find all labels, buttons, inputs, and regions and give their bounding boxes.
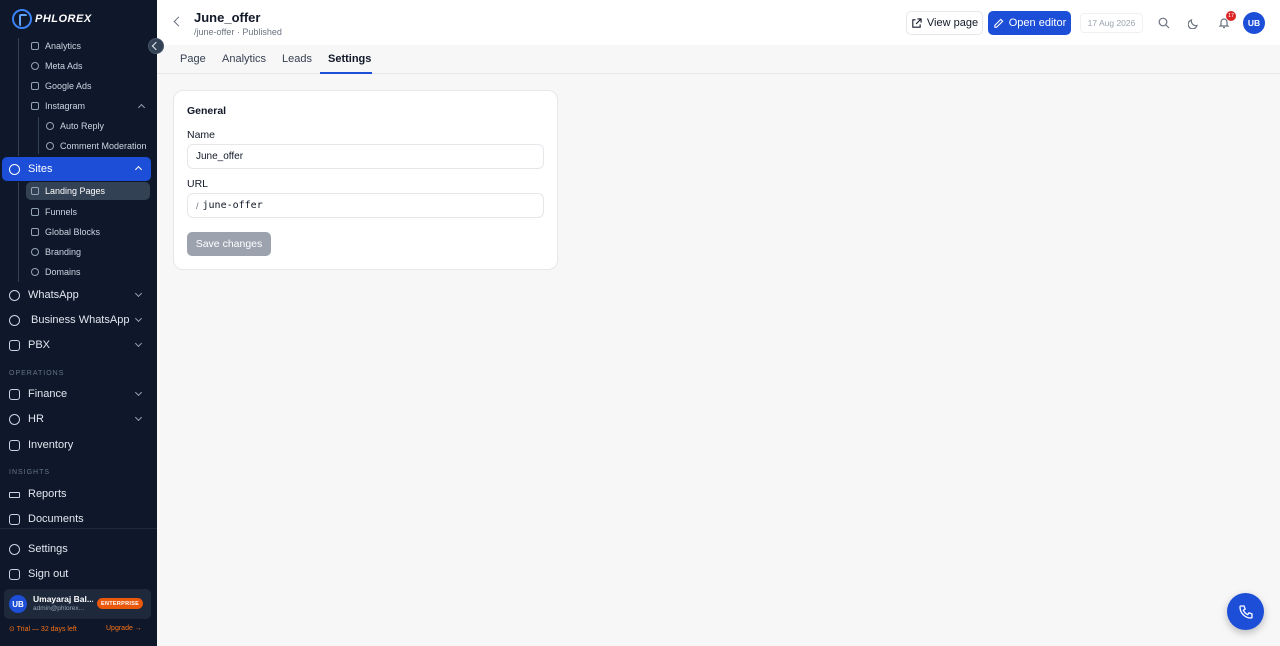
users-icon (9, 413, 20, 425)
upgrade-link[interactable]: Upgrade → (106, 625, 142, 632)
view-page-button[interactable]: View page (906, 11, 983, 35)
active-tab-indicator (320, 72, 372, 74)
tree-line (38, 117, 39, 154)
tab-settings[interactable]: Settings (328, 53, 371, 65)
sidebar-item-sites[interactable]: Sites (2, 157, 151, 181)
user-card[interactable]: UB Umayaraj Bal... admin@phlorex... ENTE… (4, 589, 151, 619)
sidebar-divider (0, 528, 157, 529)
page-subtitle: /june-offer · Published (194, 27, 282, 37)
tab-leads[interactable]: Leads (282, 53, 312, 65)
sidebar-item-finance[interactable]: Finance (0, 382, 157, 406)
brand-name: PHLOREX (35, 13, 92, 25)
url-slug: june-offer (202, 200, 263, 211)
trend-icon (9, 492, 20, 498)
name-field[interactable]: June_offer (187, 144, 544, 169)
phone-icon (9, 339, 20, 351)
phone-icon (1238, 604, 1253, 619)
blocks-icon (31, 228, 39, 236)
meta-icon (31, 62, 39, 70)
date-display: 17 Aug 2026 (1080, 13, 1143, 33)
sidebar-item-google-ads[interactable]: Google Ads (31, 77, 92, 95)
sidebar-item-funnels[interactable]: Funnels (31, 203, 77, 221)
sidebar-item-reports[interactable]: Reports (0, 482, 157, 506)
globe-icon (9, 163, 20, 175)
chevron-down-icon (134, 388, 143, 397)
sidebar-item-comment-moderation[interactable]: Comment Moderation (46, 137, 147, 155)
whatsapp-icon (9, 289, 20, 301)
moon-icon[interactable] (1188, 17, 1200, 29)
tab-page[interactable]: Page (180, 53, 206, 65)
section-title: General (187, 105, 227, 117)
brand-logo[interactable]: PHLOREX (12, 8, 92, 30)
bar-chart-icon (31, 42, 39, 50)
user-name: Umayaraj Bal... (33, 594, 93, 604)
sidebar: PHLOREX Analytics Meta Ads Google Ads In… (0, 0, 157, 646)
sidebar-item-meta-ads[interactable]: Meta Ads (31, 57, 83, 75)
sidebar-item-global-blocks[interactable]: Global Blocks (31, 223, 100, 241)
sidebar-item-pbx[interactable]: PBX (0, 333, 157, 357)
sidebar-item-analytics[interactable]: Analytics (31, 37, 81, 55)
chevron-down-icon (134, 339, 143, 348)
search-icon[interactable] (1158, 17, 1170, 29)
funnel-icon (31, 208, 39, 216)
url-field[interactable]: / june-offer (187, 193, 544, 218)
logo-icon (12, 9, 32, 29)
tree-line (18, 182, 19, 282)
notification-badge: 17 (1226, 11, 1236, 21)
sidebar-item-auto-reply[interactable]: Auto Reply (46, 117, 104, 135)
instagram-icon (31, 102, 39, 110)
user-email: admin@phlorex... (33, 605, 85, 612)
section-heading-operations: OPERATIONS (9, 370, 65, 377)
tab-bar (157, 45, 1280, 74)
sidebar-item-landing-pages[interactable]: Landing Pages (26, 182, 150, 200)
section-heading-insights: INSIGHTS (9, 469, 51, 476)
name-label: Name (187, 129, 216, 141)
bank-icon (9, 388, 20, 400)
check-circle-icon (9, 314, 20, 326)
message-icon (46, 122, 54, 130)
collapse-sidebar-button[interactable] (148, 38, 164, 54)
sidebar-item-business-whatsapp[interactable]: Business WhatsApp (0, 308, 157, 332)
avatar: UB (9, 595, 27, 613)
sidebar-item-sign-out[interactable]: Sign out (0, 562, 157, 586)
tree-line (18, 38, 19, 156)
chevron-down-icon (134, 314, 143, 323)
save-changes-button[interactable]: Save changes (187, 232, 271, 256)
sidebar-item-inventory[interactable]: Inventory (0, 433, 157, 457)
sidebar-item-branding[interactable]: Branding (31, 243, 81, 261)
sidebar-item-hr[interactable]: HR (0, 407, 157, 431)
box-icon (9, 439, 20, 451)
external-link-icon (912, 17, 922, 28)
bar-chart-icon (31, 82, 39, 90)
layout-icon (31, 187, 39, 195)
chevron-up-icon (137, 103, 146, 112)
user-avatar[interactable]: UB (1243, 12, 1265, 34)
tab-analytics[interactable]: Analytics (222, 53, 266, 65)
shield-icon (46, 142, 54, 150)
document-icon (9, 513, 20, 525)
globe-icon (31, 268, 39, 276)
url-label: URL (187, 178, 209, 190)
sidebar-item-instagram[interactable]: Instagram (31, 97, 149, 115)
plan-badge: ENTERPRISE (97, 598, 144, 609)
chevron-down-icon (134, 413, 143, 422)
logout-icon (9, 568, 20, 580)
sidebar-item-domains[interactable]: Domains (31, 263, 81, 281)
open-editor-button[interactable]: Open editor (988, 11, 1071, 35)
call-fab-button[interactable] (1227, 593, 1264, 630)
url-prefix: / (196, 200, 199, 211)
palette-icon (31, 248, 39, 256)
page-title: June_offer (194, 10, 261, 25)
sidebar-item-settings[interactable]: Settings (0, 537, 157, 561)
trial-status: ⊙ Trial — 32 days left (9, 626, 77, 633)
pencil-icon (994, 18, 1004, 28)
gear-icon (9, 543, 20, 555)
chevron-up-icon (134, 165, 143, 174)
chevron-down-icon (134, 289, 143, 298)
sidebar-item-whatsapp[interactable]: WhatsApp (0, 283, 157, 307)
